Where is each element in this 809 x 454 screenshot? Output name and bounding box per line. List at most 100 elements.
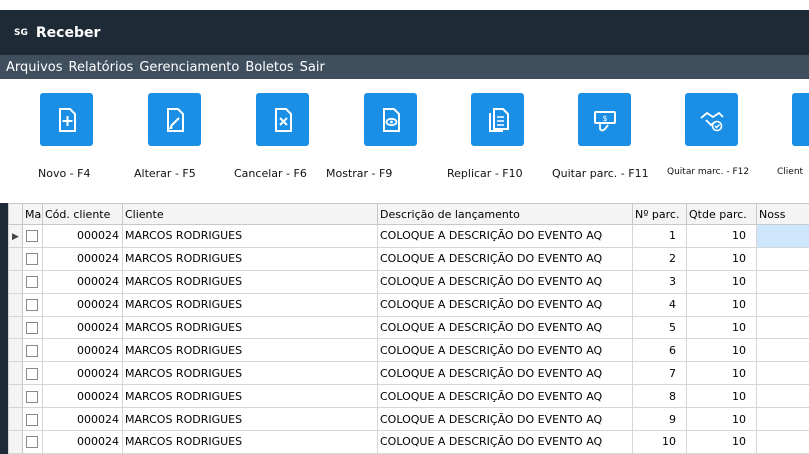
cell-num-parc: 10 — [632, 430, 687, 454]
checkbox[interactable] — [26, 390, 38, 403]
cancelar-button-tile[interactable] — [256, 93, 309, 146]
edit-document-icon — [166, 107, 184, 132]
cancel-document-icon — [274, 107, 292, 132]
menu-arquivos[interactable]: Arquivos — [6, 60, 63, 75]
cell-descricao: COLOQUE A DESCRIÇÃO DO EVENTO AQ — [377, 430, 633, 454]
novo-button-tile[interactable] — [40, 93, 93, 146]
mark-checkbox[interactable] — [22, 384, 43, 409]
view-document-icon — [382, 107, 400, 132]
row-pointer-icon: ▶ — [12, 232, 19, 243]
header-indicator — [8, 203, 23, 225]
cell-cliente: MARCOS RODRIGUES — [122, 292, 378, 317]
table-row[interactable]: 000024 MARCOS RODRIGUES COLOQUE A DESCRIÇÃ… — [8, 407, 809, 432]
table-row[interactable]: ▶ 000024 MARCOS RODRIGUES COLOQUE A DESCRIÇ… — [8, 224, 809, 248]
mark-checkbox[interactable] — [22, 292, 43, 317]
replicar-label: Replicar - F10 — [447, 167, 523, 180]
menu-sair[interactable]: Sair — [300, 60, 325, 75]
row-indicator: ▶ — [8, 224, 23, 248]
cell-qtde-parc: 10 — [686, 407, 757, 432]
cell-num-parc: 9 — [632, 407, 687, 432]
cell-qtde-parc: 10 — [686, 430, 757, 454]
header-descricao[interactable]: Descrição de lançamento — [377, 203, 633, 225]
top-strip — [0, 0, 809, 10]
cell-descricao: COLOQUE A DESCRIÇÃO DO EVENTO AQ — [377, 361, 633, 386]
table-row[interactable]: 000024 MARCOS RODRIGUES COLOQUE A DESCRIÇÃ… — [8, 361, 809, 386]
table-row[interactable]: 000024 MARCOS RODRIGUES COLOQUE A DESCRIÇÃ… — [8, 430, 809, 454]
cell-cliente: MARCOS RODRIGUES — [122, 224, 378, 248]
table-row[interactable]: 000024 MARCOS RODRIGUES COLOQUE A DESCRIÇÃ… — [8, 292, 809, 317]
row-indicator — [8, 361, 23, 386]
cell-num-parc: 7 — [632, 361, 687, 386]
checkbox[interactable] — [26, 322, 38, 334]
table-row[interactable]: 000024 MARCOS RODRIGUES COLOQUE A DESCRIÇÃ… — [8, 338, 809, 363]
cell-descricao: COLOQUE A DESCRIÇÃO DO EVENTO AQ — [377, 384, 633, 409]
header-cod-cliente[interactable]: Cód. cliente — [42, 203, 123, 225]
mark-checkbox[interactable] — [22, 315, 43, 340]
menu-boletos[interactable]: Boletos — [245, 60, 293, 75]
checkbox[interactable] — [26, 367, 38, 380]
mark-checkbox[interactable] — [22, 361, 43, 386]
header-mar[interactable]: Mar — [22, 203, 43, 225]
cancelar-label: Cancelar - F6 — [234, 167, 307, 180]
cell-descricao: COLOQUE A DESCRIÇÃO DO EVENTO AQ — [377, 407, 633, 432]
cell-qtde-parc: 10 — [686, 384, 757, 409]
cancelar-button[interactable]: Cancelar - F6 — [234, 93, 309, 180]
checkbox[interactable] — [26, 436, 38, 449]
alterar-button-tile[interactable] — [148, 93, 201, 146]
menu-relatorios[interactable]: Relatórios — [69, 60, 134, 75]
quitar-parc-label: Quitar parc. - F11 — [552, 167, 649, 180]
cell-nosso — [756, 315, 809, 340]
checkbox[interactable] — [26, 253, 38, 266]
table-row[interactable]: 000024 MARCOS RODRIGUES COLOQUE A DESCRIÇÃ… — [8, 246, 809, 271]
cell-qtde-parc: 10 — [686, 246, 757, 271]
cell-cliente: MARCOS RODRIGUES — [122, 407, 378, 432]
replicar-button-tile[interactable] — [471, 93, 524, 146]
cell-cliente: MARCOS RODRIGUES — [122, 430, 378, 454]
cell-cod-cliente: 000024 — [42, 384, 123, 409]
header-nosso[interactable]: Noss — [756, 203, 809, 225]
cell-cod-cliente: 000024 — [42, 246, 123, 271]
mostrar-button-tile[interactable] — [364, 93, 417, 146]
row-indicator — [8, 338, 23, 363]
replicar-button[interactable]: Replicar - F10 — [447, 93, 524, 180]
checkbox[interactable] — [26, 230, 38, 243]
cliente-button-tile[interactable] — [792, 93, 809, 146]
cell-nosso — [756, 384, 809, 409]
quitar-marc-label: Quitar marc. - F12 — [667, 167, 750, 177]
mark-checkbox[interactable] — [22, 338, 43, 363]
header-qtde-parc[interactable]: Qtde parc. — [686, 203, 757, 225]
mark-checkbox[interactable] — [22, 246, 43, 271]
cell-num-parc: 5 — [632, 315, 687, 340]
alterar-label: Alterar - F5 — [134, 167, 196, 180]
header-cliente[interactable]: Cliente — [122, 203, 378, 225]
cell-cod-cliente: 000024 — [42, 315, 123, 340]
header-num-parc[interactable]: Nº parc. — [632, 203, 687, 225]
checkbox[interactable] — [26, 413, 38, 426]
table-row[interactable]: 000024 MARCOS RODRIGUES COLOQUE A DESCRIÇÃ… — [8, 269, 809, 294]
cell-cod-cliente: 000024 — [42, 361, 123, 386]
cell-cod-cliente: 000024 — [42, 407, 123, 432]
checkbox[interactable] — [26, 276, 38, 289]
cliente-button[interactable]: Client — [777, 93, 809, 177]
quitar-parc-button[interactable]: $ Quitar parc. - F11 — [552, 93, 649, 180]
alterar-button[interactable]: Alterar - F5 — [134, 93, 201, 180]
checkbox[interactable] — [26, 344, 38, 357]
cell-cod-cliente: 000024 — [42, 224, 123, 248]
mark-checkbox[interactable] — [22, 224, 43, 248]
cell-cliente: MARCOS RODRIGUES — [122, 246, 378, 271]
mark-checkbox[interactable] — [22, 269, 43, 294]
mark-checkbox[interactable] — [22, 430, 43, 454]
quitar-parc-button-tile[interactable]: $ — [578, 93, 631, 146]
copy-document-icon — [488, 107, 509, 132]
cell-descricao: COLOQUE A DESCRIÇÃO DO EVENTO AQ — [377, 315, 633, 340]
checkbox[interactable] — [26, 299, 38, 312]
table-row[interactable]: 000024 MARCOS RODRIGUES COLOQUE A DESCRIÇÃ… — [8, 384, 809, 409]
cell-num-parc: 3 — [632, 269, 687, 294]
menu-gerenciamento[interactable]: Gerenciamento — [139, 60, 239, 75]
quitar-marc-button[interactable]: Quitar marc. - F12 — [667, 93, 749, 177]
mostrar-button[interactable]: Mostrar - F9 — [326, 93, 417, 180]
table-row[interactable]: 000024 MARCOS RODRIGUES COLOQUE A DESCRIÇÃ… — [8, 315, 809, 340]
mark-checkbox[interactable] — [22, 407, 43, 432]
quitar-marc-button-tile[interactable] — [685, 93, 738, 146]
novo-button[interactable]: Novo - F4 — [38, 93, 93, 180]
